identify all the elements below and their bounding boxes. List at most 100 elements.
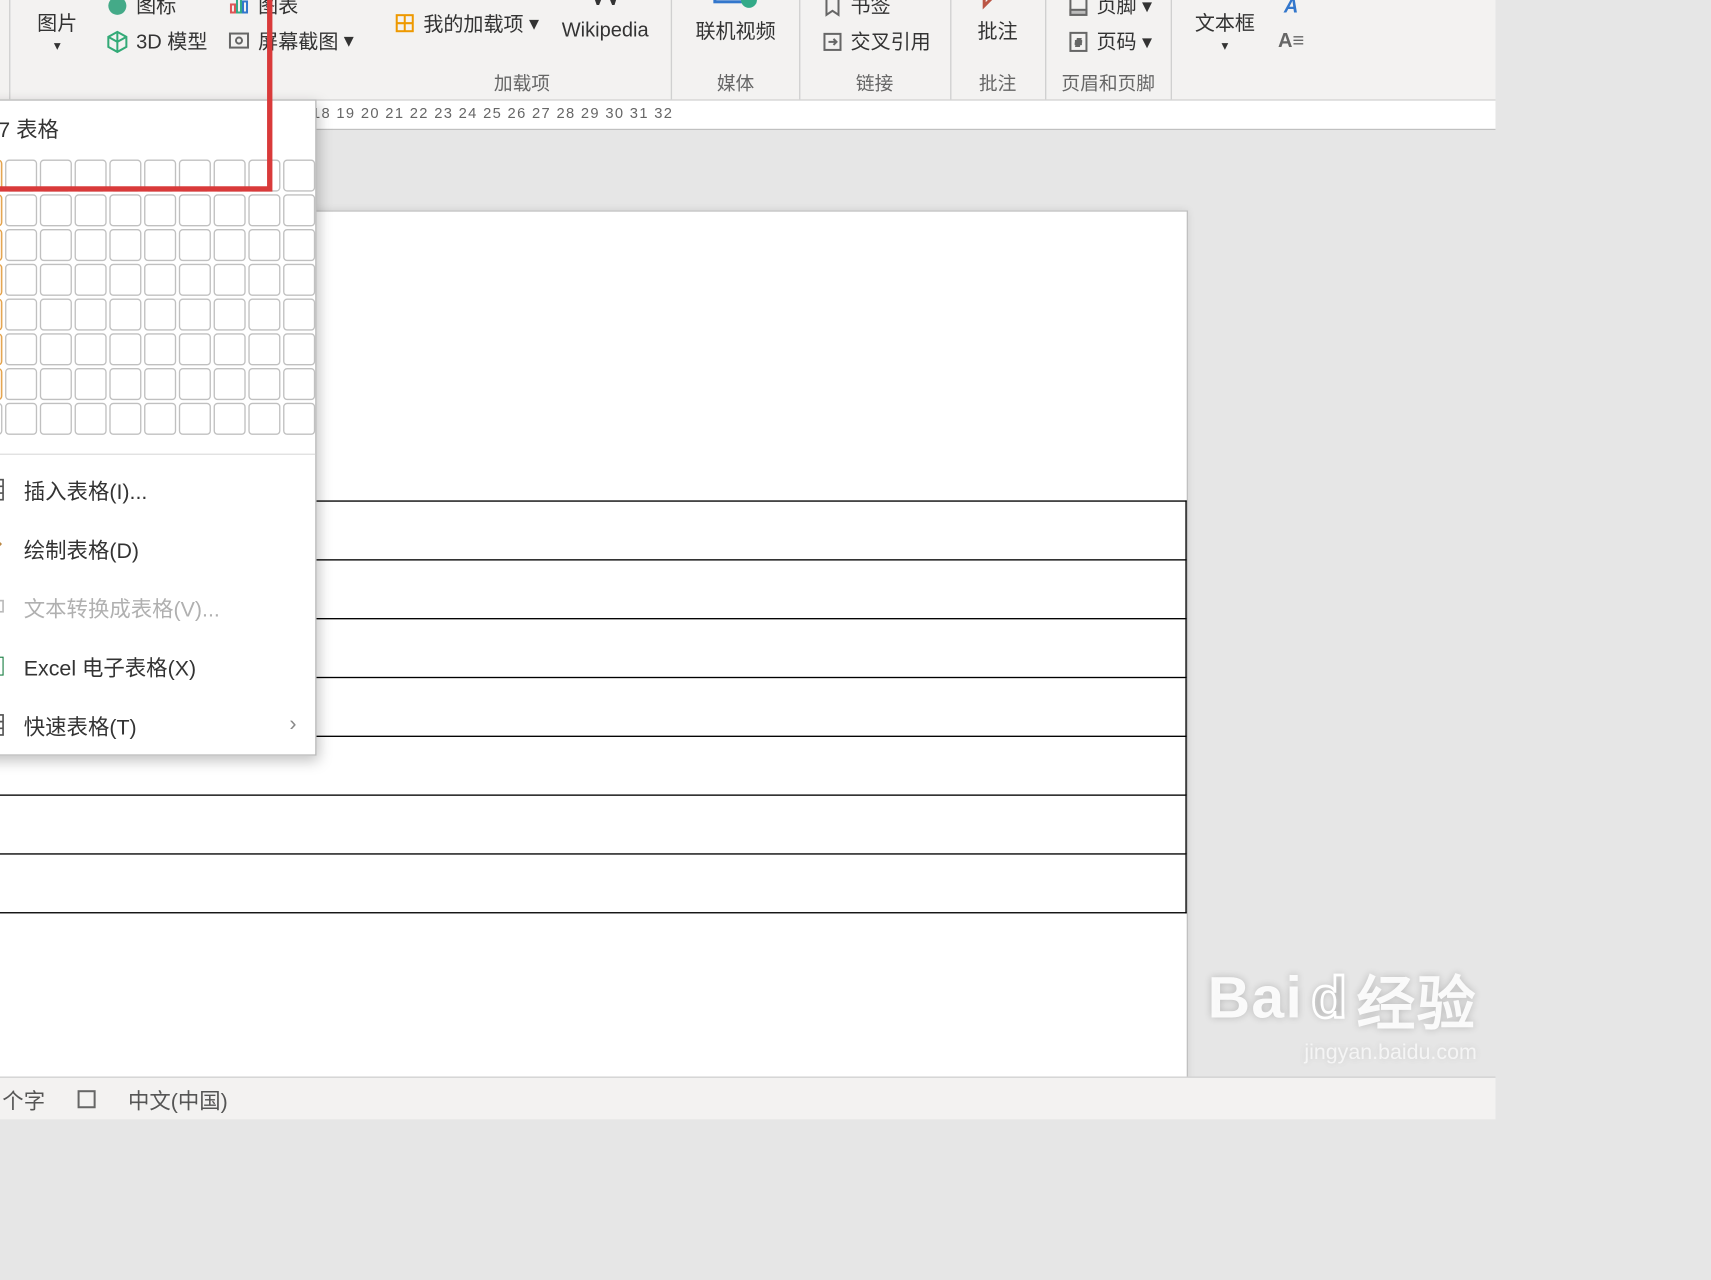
online-video-button[interactable]: 联机视频 [686,0,785,67]
grid-cell[interactable] [0,264,2,296]
grid-cell[interactable] [144,160,176,192]
grid-cell[interactable] [5,160,37,192]
grid-cell[interactable] [5,368,37,400]
grid-cell[interactable] [248,264,280,296]
grid-cell[interactable] [40,264,72,296]
grid-cell[interactable] [5,264,37,296]
grid-cell[interactable] [214,160,246,192]
grid-cell[interactable] [248,368,280,400]
grid-cell[interactable] [0,160,2,192]
bookmark-button[interactable]: 书签 [813,0,936,22]
grid-cell[interactable] [214,229,246,261]
grid-cell[interactable] [248,403,280,435]
quick-tables-item[interactable]: 快速表格(T) › [0,696,315,755]
grid-cell[interactable] [75,368,107,400]
grid-cell[interactable] [248,160,280,192]
grid-cell[interactable] [248,194,280,226]
grid-cell[interactable] [248,333,280,365]
grid-cell[interactable] [0,368,2,400]
grid-cell[interactable] [214,299,246,331]
wordart-button[interactable]: A [1272,0,1335,22]
grid-cell[interactable] [109,333,141,365]
grid-cell[interactable] [40,299,72,331]
grid-cell[interactable] [109,368,141,400]
grid-cell[interactable] [144,264,176,296]
crossref-button[interactable]: 交叉引用 [813,25,936,58]
status-language[interactable]: 中文(中国) [128,1083,228,1115]
grid-cell[interactable] [144,299,176,331]
table-row[interactable] [0,795,1186,854]
grid-cell[interactable] [109,160,141,192]
grid-cell[interactable] [283,299,315,331]
grid-cell[interactable] [40,333,72,365]
grid-cell[interactable] [75,160,107,192]
draw-table-item[interactable]: 绘制表格(D) [0,519,315,578]
grid-cell[interactable] [179,333,211,365]
screenshot-button[interactable]: 屏幕截图 ▾ [221,24,359,57]
grid-cell[interactable] [0,194,2,226]
grid-cell[interactable] [40,229,72,261]
grid-cell[interactable] [283,264,315,296]
footer-button[interactable]: 页脚 ▾ [1059,0,1157,22]
grid-cell[interactable] [109,194,141,226]
status-words[interactable]: 0 个字 [0,1083,45,1115]
grid-cell[interactable] [5,403,37,435]
grid-cell[interactable] [40,403,72,435]
textbox-button[interactable]: A 文本框 ▾ [1185,0,1264,67]
grid-cell[interactable] [75,299,107,331]
wikipedia-button[interactable]: W Wikipedia [552,0,658,67]
grid-cell[interactable] [109,403,141,435]
grid-cell[interactable] [179,299,211,331]
grid-cell[interactable] [283,194,315,226]
grid-cell[interactable] [0,333,2,365]
grid-cell[interactable] [179,160,211,192]
grid-cell[interactable] [283,403,315,435]
grid-cell[interactable] [75,229,107,261]
table-row[interactable] [0,854,1186,913]
dropcap-button[interactable]: A≡ [1272,25,1335,57]
grid-cell[interactable] [179,264,211,296]
grid-cell[interactable] [144,403,176,435]
grid-cell[interactable] [0,229,2,261]
grid-cell[interactable] [283,160,315,192]
grid-cell[interactable] [75,264,107,296]
accessibility-icon[interactable] [75,1087,99,1111]
grid-cell[interactable] [248,299,280,331]
picture-button[interactable]: 图片 ▾ [24,0,91,67]
grid-cell[interactable] [40,160,72,192]
grid-cell[interactable] [144,333,176,365]
table-size-grid[interactable] [0,154,315,448]
grid-cell[interactable] [40,194,72,226]
my-addins-button[interactable]: 我的加载项 ▾ [386,6,544,39]
grid-cell[interactable] [5,333,37,365]
grid-cell[interactable] [40,368,72,400]
grid-cell[interactable] [75,403,107,435]
grid-cell[interactable] [75,333,107,365]
grid-cell[interactable] [179,229,211,261]
grid-cell[interactable] [0,299,2,331]
grid-cell[interactable] [109,299,141,331]
chart-button[interactable]: 图表 [221,0,359,21]
grid-cell[interactable] [144,194,176,226]
get-addins-button[interactable]: 获取加载项 [386,0,544,4]
grid-cell[interactable] [75,194,107,226]
3d-models-button[interactable]: 3D 模型 [99,25,213,58]
grid-cell[interactable] [283,229,315,261]
grid-cell[interactable] [214,264,246,296]
grid-cell[interactable] [5,299,37,331]
grid-cell[interactable] [5,194,37,226]
grid-cell[interactable] [179,403,211,435]
grid-cell[interactable] [214,403,246,435]
comment-button[interactable]: 批注 [964,0,1031,67]
grid-cell[interactable] [283,368,315,400]
pagenum-button[interactable]: #页码 ▾ [1059,25,1157,58]
grid-cell[interactable] [5,229,37,261]
grid-cell[interactable] [214,333,246,365]
grid-cell[interactable] [0,403,2,435]
grid-cell[interactable] [179,194,211,226]
grid-cell[interactable] [109,229,141,261]
grid-cell[interactable] [144,229,176,261]
grid-cell[interactable] [214,368,246,400]
grid-cell[interactable] [109,264,141,296]
grid-cell[interactable] [283,333,315,365]
